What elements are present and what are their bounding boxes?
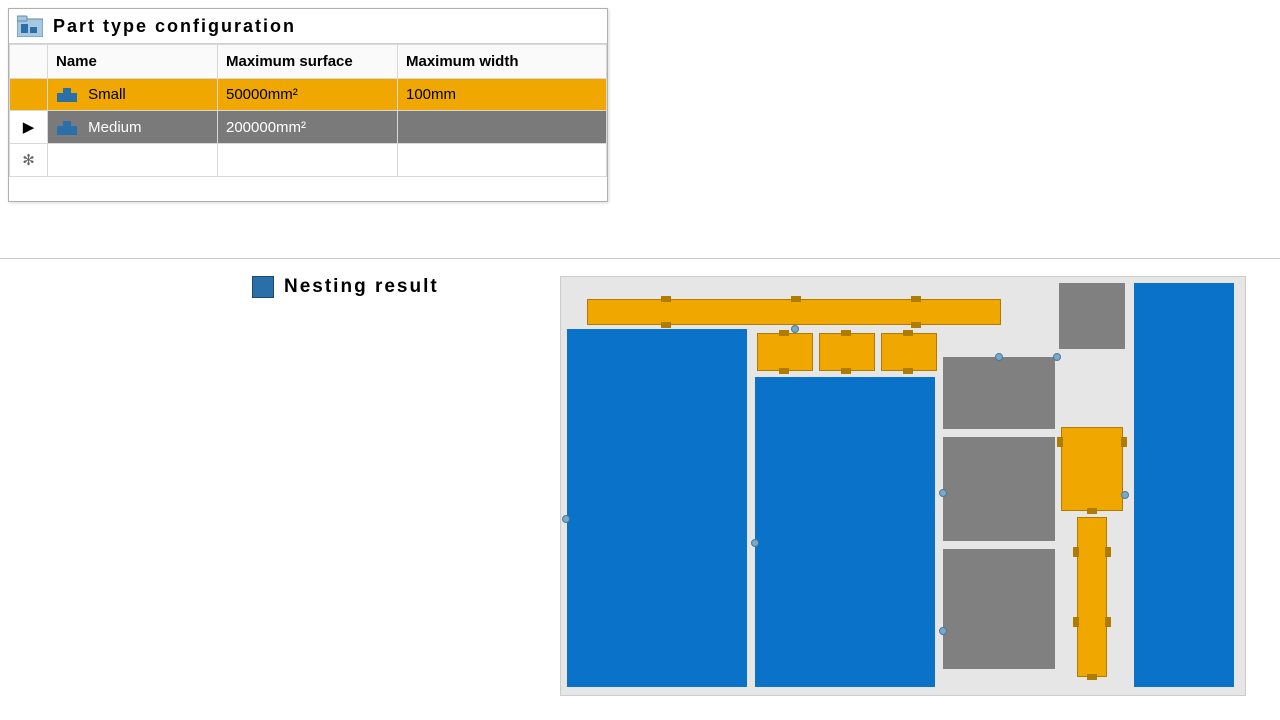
config-table[interactable]: Name Maximum surface Maximum width Small… [9,44,607,177]
panel-footer [9,177,607,201]
table-row[interactable]: ▶ Medium 200000mm² [10,111,607,144]
piece-handle [903,330,913,336]
cell-width[interactable] [398,111,607,144]
piece-node [1053,353,1061,361]
part-icon [56,87,78,103]
piece-handle [911,322,921,328]
piece-handle [841,368,851,374]
piece-handle [903,368,913,374]
piece-handle [1073,617,1079,627]
panel-title: Part type configuration [53,16,296,37]
piece-handle [791,296,801,302]
piece-node [562,515,570,523]
cell-name-text: Small [88,86,126,103]
panel-header: Part type configuration [9,9,607,44]
piece-handle [1121,437,1127,447]
nesting-piece-blue[interactable] [1134,283,1234,687]
cell-name-text: Medium [88,119,141,136]
nesting-piece-yellow[interactable] [1061,427,1123,511]
piece-handle [841,330,851,336]
nesting-piece-gray[interactable] [943,357,1055,429]
cell-surface[interactable]: 50000mm² [218,79,398,111]
nesting-piece-gray[interactable] [943,437,1055,541]
piece-node [939,489,947,497]
horizontal-divider [0,258,1280,259]
piece-handle [1057,437,1063,447]
cell-name[interactable] [48,144,218,177]
piece-handle [1105,547,1111,557]
col-marker-header [10,45,48,79]
piece-handle [1105,617,1111,627]
piece-handle [1087,674,1097,680]
cell-surface[interactable]: 200000mm² [218,111,398,144]
nesting-piece-yellow[interactable] [587,299,1001,325]
piece-handle [1087,508,1097,514]
piece-handle [661,322,671,328]
nesting-piece-yellow[interactable] [757,333,813,371]
cell-name[interactable]: Small [48,79,218,111]
nesting-title: Nesting result [284,276,439,298]
col-width-header[interactable]: Maximum width [398,45,607,79]
col-surface-header[interactable]: Maximum surface [218,45,398,79]
nesting-piece-blue[interactable] [567,329,747,687]
piece-handle [661,296,671,302]
table-header-row: Name Maximum surface Maximum width [10,45,607,79]
piece-node [751,539,759,547]
folder-icon [17,15,43,37]
cell-surface[interactable] [218,144,398,177]
piece-node [1121,491,1129,499]
nesting-piece-gray[interactable] [1059,283,1125,349]
piece-handle [911,296,921,302]
nesting-piece-yellow[interactable] [881,333,937,371]
row-marker [10,79,48,111]
piece-handle [779,330,789,336]
piece-handle [779,368,789,374]
row-marker: ✻ [10,144,48,177]
nesting-piece-yellow[interactable] [819,333,875,371]
piece-node [995,353,1003,361]
cell-width[interactable] [398,144,607,177]
cell-name[interactable]: Medium [48,111,218,144]
nesting-icon [252,276,274,298]
row-marker: ▶ [10,111,48,144]
piece-node [939,627,947,635]
part-icon [56,120,78,136]
table-row[interactable]: ✻ [10,144,607,177]
nesting-piece-yellow[interactable] [1077,517,1107,677]
cell-width[interactable]: 100mm [398,79,607,111]
part-type-config-panel: Part type configuration Name Maximum sur… [8,8,608,202]
nesting-canvas[interactable] [560,276,1246,696]
piece-handle [1073,547,1079,557]
col-name-header[interactable]: Name [48,45,218,79]
nesting-piece-blue[interactable] [755,377,935,687]
table-row[interactable]: Small 50000mm² 100mm [10,79,607,111]
piece-node [791,325,799,333]
nesting-piece-gray[interactable] [943,549,1055,669]
nesting-result-label: Nesting result [252,276,439,298]
